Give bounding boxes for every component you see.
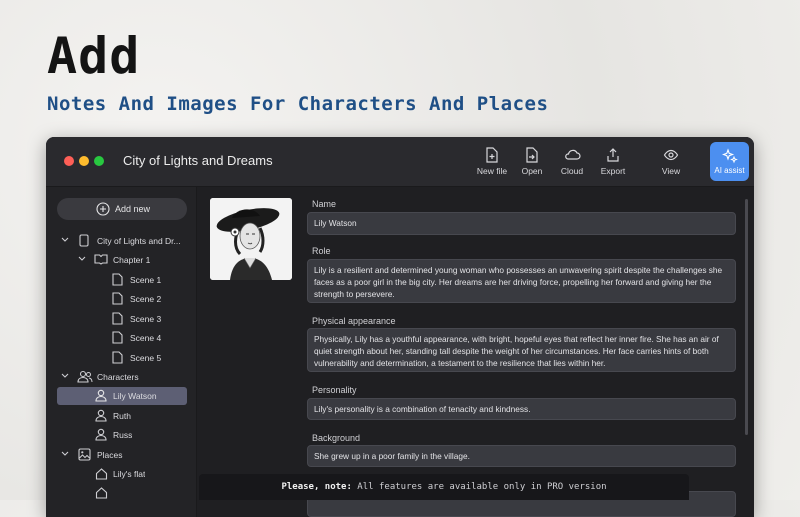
cloud-button[interactable]: Cloud (549, 147, 595, 176)
chevron-down-icon (61, 373, 69, 378)
physical-appearance-label: Physical appearance (312, 316, 396, 326)
tree-item-project[interactable]: City of Lights and Dr... (57, 232, 187, 250)
add-new-button[interactable]: Add new (57, 198, 187, 220)
tree-item-label: Russ (113, 430, 133, 440)
tree-item-label: Places (97, 450, 123, 460)
physical-appearance-field[interactable]: Physically, Lily has a youthful appearan… (307, 328, 736, 372)
detail-scrollbar[interactable] (745, 199, 748, 435)
tree-item-label: Scene 1 (130, 275, 162, 285)
tree-item-place[interactable]: Lily's flat (57, 465, 187, 483)
tree-item-character-selected[interactable]: Lily Watson (57, 387, 187, 405)
tree-item-scene[interactable]: Scene 3 (57, 310, 187, 328)
tree-item-label: Scene 5 (130, 353, 162, 363)
open-label: Open (521, 166, 543, 176)
tree-item-label: City of Lights and Dr... (97, 236, 181, 246)
close-window-button[interactable] (64, 156, 74, 166)
window-title: City of Lights and Dreams (123, 153, 273, 168)
tree-item-scene[interactable]: Scene 5 (57, 349, 187, 367)
app-window: City of Lights and Dreams New file Open … (46, 137, 754, 517)
person-icon (95, 409, 107, 422)
tree-item-label: Lily's flat (113, 469, 146, 479)
tree-item-label: Scene 4 (130, 333, 162, 343)
role-label: Role (312, 246, 331, 256)
export-label: Export (600, 166, 626, 176)
book-icon (94, 254, 108, 265)
tree-item-places[interactable]: Places (57, 446, 187, 464)
background-label: Background (312, 433, 361, 443)
open-file-icon (526, 147, 538, 163)
eye-icon (663, 149, 679, 161)
detail-panel: Name Lily Watson Role Lily is a resilien… (197, 187, 754, 517)
house-icon (95, 468, 108, 480)
tree-item-scene[interactable]: Scene 4 (57, 329, 187, 347)
character-portrait[interactable] (210, 198, 292, 280)
tree-item-scene[interactable]: Scene 1 (57, 271, 187, 289)
ai-assist-button[interactable]: AI assist (710, 142, 749, 181)
tree-item-label: Characters (97, 372, 139, 382)
notice-strong: Please, note: (281, 482, 352, 492)
document-icon (112, 312, 123, 325)
tree-item-label: Ruth (113, 411, 131, 421)
notice-text: All features are available only in PRO v… (351, 482, 607, 492)
pro-notice-banner: Please, note: All features are available… (199, 474, 689, 500)
sidebar: Add new City of Lights and Dr... Chapter… (46, 187, 197, 517)
image-icon (78, 448, 91, 461)
chevron-down-icon (78, 256, 86, 261)
new-file-label: New file (476, 166, 508, 176)
role-field[interactable]: Lily is a resilient and determined young… (307, 259, 736, 303)
person-icon (95, 428, 107, 441)
tree-item-label: Chapter 1 (113, 255, 151, 265)
document-icon (112, 292, 123, 305)
background-field[interactable]: She grew up in a poor family in the vill… (307, 445, 736, 467)
ai-assist-label: AI assist (714, 166, 745, 175)
tree-item-character[interactable]: Russ (57, 426, 187, 444)
name-field[interactable]: Lily Watson (307, 212, 736, 235)
view-button[interactable]: View (648, 147, 694, 176)
chevron-down-icon (61, 237, 69, 242)
house-icon (95, 487, 108, 499)
cloud-icon (565, 149, 581, 160)
export-icon (607, 148, 619, 162)
hero-subtitle: Notes And Images For Characters And Plac… (47, 93, 549, 115)
device-icon (79, 234, 89, 247)
tree-item-character[interactable]: Ruth (57, 407, 187, 425)
cloud-label: Cloud (560, 166, 584, 176)
name-label: Name (312, 199, 337, 209)
new-file-icon (486, 147, 498, 163)
tree-item-label: Scene 3 (130, 314, 162, 324)
tree-item-label: Lily Watson (113, 391, 157, 401)
document-icon (112, 351, 123, 364)
tree-item-chapter[interactable]: Chapter 1 (57, 251, 187, 269)
add-new-label: Add new (115, 204, 151, 214)
tree-item-scene[interactable]: Scene 2 (57, 290, 187, 308)
hero-title: Add (47, 27, 141, 85)
zoom-window-button[interactable] (94, 156, 104, 166)
personality-field[interactable]: Lily's personality is a combination of t… (307, 398, 736, 420)
plus-circle-icon (96, 202, 110, 216)
minimize-window-button[interactable] (79, 156, 89, 166)
portrait-image (210, 198, 292, 280)
people-icon (77, 370, 93, 383)
tree-item-characters[interactable]: Characters (57, 368, 187, 386)
export-button[interactable]: Export (590, 147, 636, 176)
tree-item-place[interactable] (57, 484, 187, 502)
person-icon (95, 389, 107, 402)
chevron-down-icon (61, 451, 69, 456)
personality-label: Personality (312, 385, 357, 395)
sparkle-icon (721, 148, 738, 164)
tree-item-label: Scene 2 (130, 294, 162, 304)
document-icon (112, 273, 123, 286)
document-icon (112, 331, 123, 344)
title-bar: City of Lights and Dreams New file Open … (46, 137, 754, 187)
view-label: View (661, 166, 681, 176)
